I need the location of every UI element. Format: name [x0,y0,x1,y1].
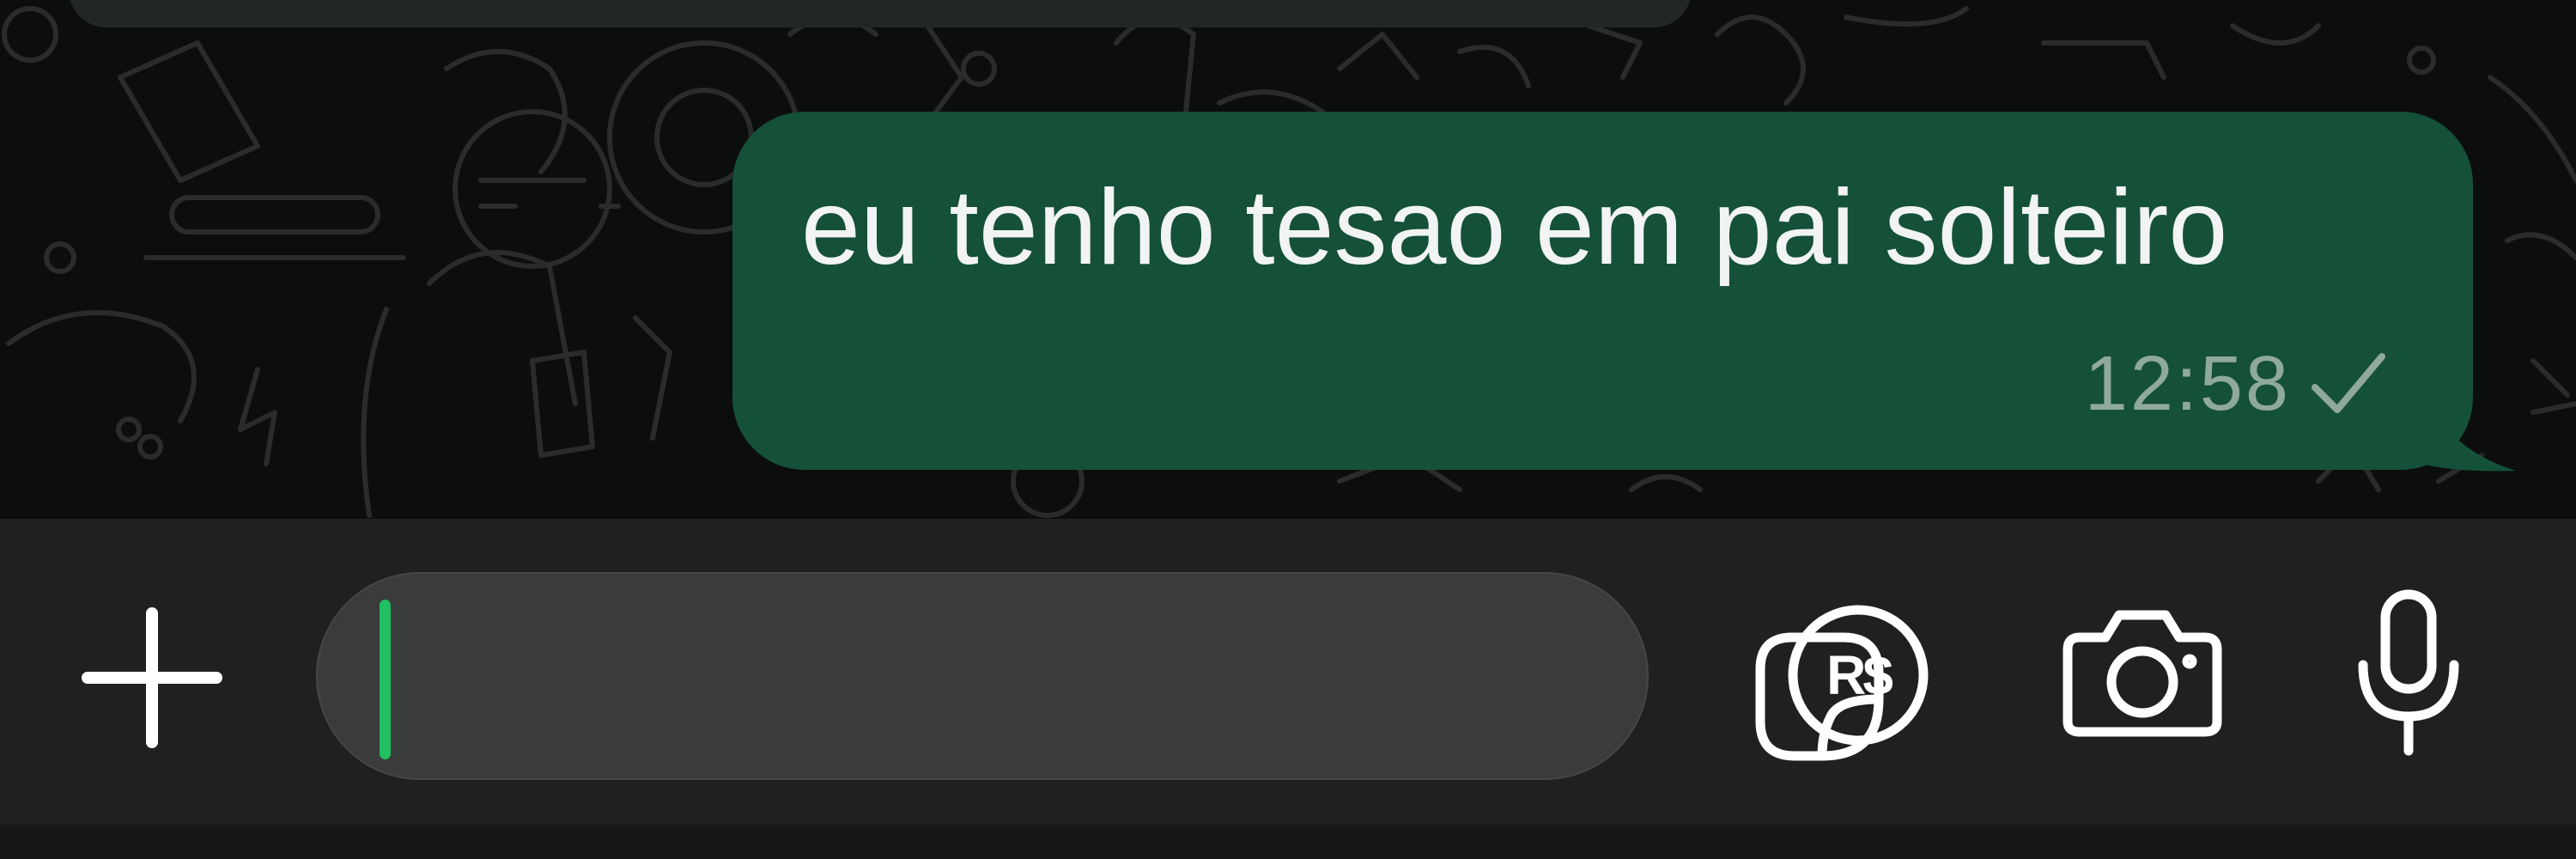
outgoing-message-bubble[interactable]: eu tenho tesao em pai solteiro 12:58 [732,112,2473,470]
microphone-button[interactable] [2353,588,2464,759]
chat-area: eu tenho tesao em pai solteiro 12:58 [0,0,2576,519]
microphone-icon [2358,589,2459,756]
payment-currency-label: R$ [1826,644,1893,706]
previous-message-bubble [69,0,1692,27]
message-input[interactable] [369,608,1400,746]
message-timestamp: 12:58 [2084,341,2291,427]
bubble-tail [2421,378,2516,472]
message-field[interactable] [316,572,1884,780]
camera-button[interactable] [2061,605,2224,739]
text-cursor [380,600,391,759]
attach-button[interactable] [79,605,225,751]
payment-button[interactable]: R$ [1786,603,1930,747]
message-text: eu tenho tesao em pai solteiro [801,168,2228,287]
camera-icon [2063,610,2222,737]
bottom-safe-area [0,825,2576,859]
message-composer-bar: R$ [0,519,2576,825]
message-meta: 12:58 [2085,341,2387,427]
single-check-icon [2312,353,2385,413]
plus-icon [82,607,222,748]
